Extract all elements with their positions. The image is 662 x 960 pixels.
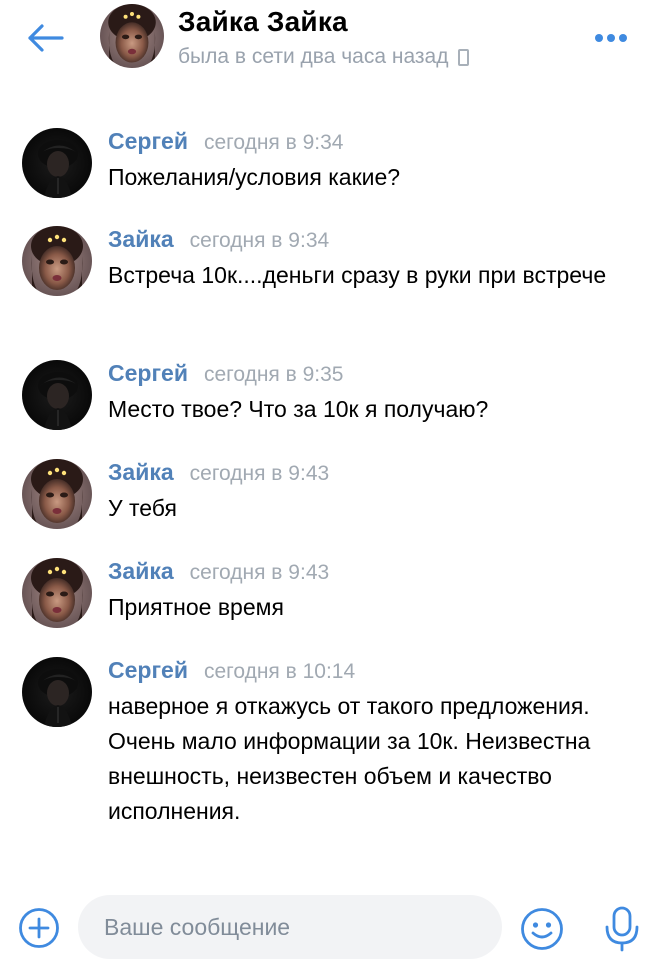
message-author[interactable]: Зайка: [108, 226, 174, 253]
message-header: Зайка сегодня в 9:34: [108, 226, 329, 253]
microphone-icon[interactable]: [602, 905, 642, 953]
contact-avatar[interactable]: [100, 4, 164, 68]
emoji-icon[interactable]: [520, 907, 564, 951]
message-header: Сергей сегодня в 9:34: [108, 128, 343, 155]
message-author[interactable]: Сергей: [108, 360, 188, 387]
message-text: Встреча 10к....деньги сразу в руки при в…: [108, 262, 607, 288]
avatar[interactable]: [22, 657, 92, 727]
message-author[interactable]: Сергей: [108, 128, 188, 155]
message-time: сегодня в 9:34: [189, 229, 330, 252]
attach-plus-icon[interactable]: [18, 907, 60, 949]
contact-status: была в сети два часа назад: [178, 45, 470, 69]
contact-name[interactable]: Зайка Зайка: [178, 6, 348, 38]
chat-header: Зайка Зайка была в сети два часа назад: [0, 0, 662, 82]
message-text: Приятное время: [108, 594, 284, 620]
message-author[interactable]: Зайка: [108, 558, 174, 585]
message-text: Место твое? Что за 10к я получаю?: [108, 396, 489, 422]
avatar[interactable]: [22, 459, 92, 529]
message-author[interactable]: Сергей: [108, 657, 188, 684]
message-time: сегодня в 10:14: [203, 660, 356, 683]
message-input[interactable]: Ваше сообщение: [78, 895, 502, 959]
message-author[interactable]: Зайка: [108, 459, 174, 486]
avatar[interactable]: [22, 226, 92, 296]
message-text: Пожелания/условия какие?: [108, 164, 401, 190]
avatar[interactable]: [22, 128, 92, 198]
message-header: Зайка сегодня в 9:43: [108, 459, 329, 486]
phone-icon: [458, 48, 470, 66]
message-composer: Ваше сообщение: [0, 885, 662, 960]
message-header: Зайка сегодня в 9:43: [108, 558, 329, 585]
message-header: Сергей сегодня в 10:14: [108, 657, 355, 684]
avatar[interactable]: [22, 360, 92, 430]
message-time: сегодня в 9:35: [203, 363, 344, 386]
avatar[interactable]: [22, 558, 92, 628]
message-input-placeholder: Ваше сообщение: [104, 914, 291, 940]
status-text: была в сети два часа назад: [178, 45, 449, 68]
message-time: сегодня в 9:43: [189, 462, 330, 485]
message-time: сегодня в 9:34: [203, 131, 344, 154]
message-time: сегодня в 9:43: [189, 561, 330, 584]
message-header: Сергей сегодня в 9:35: [108, 360, 343, 387]
more-icon[interactable]: [594, 32, 628, 44]
message-text: наверное я откажусь от такого предложени…: [108, 693, 591, 824]
back-arrow-icon[interactable]: [26, 22, 66, 54]
message-text: У тебя: [108, 495, 177, 521]
